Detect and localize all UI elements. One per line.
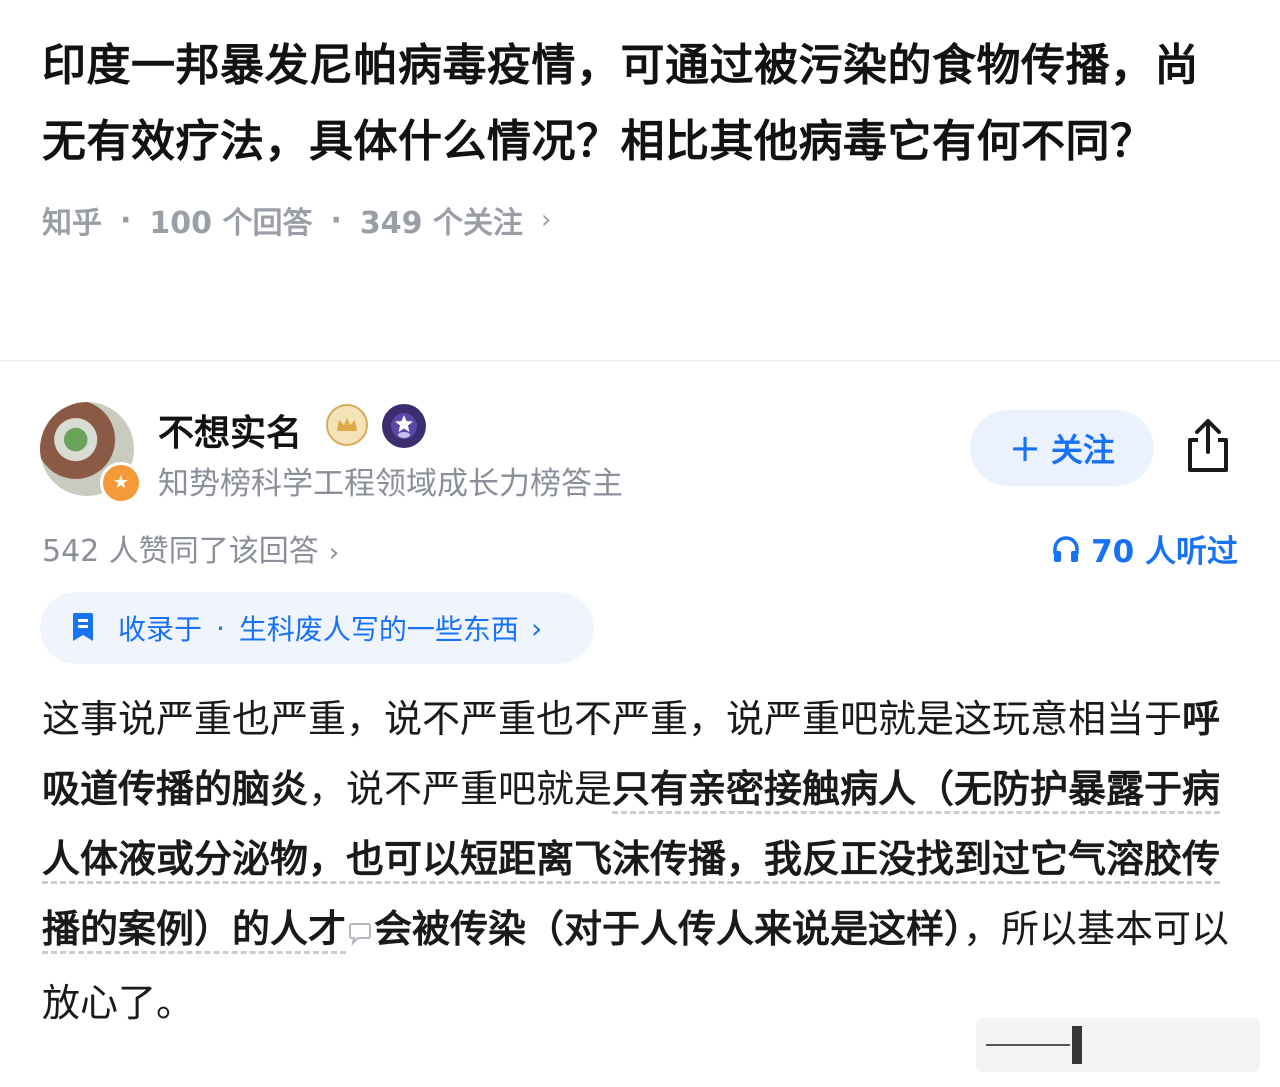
collection-prefix: 收录于 (118, 613, 203, 646)
votes-link[interactable]: 542 人赞同了该回答 › (42, 526, 339, 570)
answers-count: 100 个回答 (149, 206, 313, 241)
follow-button[interactable]: + 关注 (970, 410, 1154, 486)
meta-separator: · (330, 202, 342, 238)
author-title: 知势榜科学工程领域成长力榜答主 (158, 466, 623, 502)
chevron-right-icon: › (328, 538, 340, 568)
bookmark-icon (73, 613, 93, 641)
listen-button[interactable]: 70 人听过 (1051, 526, 1238, 571)
question-meta[interactable]: 知乎 · 100 个回答 · 349 个关注 › (42, 200, 1242, 242)
chevron-right-icon: › (540, 205, 552, 235)
answer-text: ，说不严重吧就是 (308, 767, 613, 811)
comment-icon[interactable] (348, 898, 372, 968)
answer-content: 这事说严重也严重，说不严重也不严重，说严重吧就是这玩意相当于呼吸道传播的脑炎，说… (42, 684, 1242, 1038)
follow-label: 关注 (1050, 431, 1115, 469)
avatar[interactable]: ★ (40, 402, 142, 504)
plus-icon: + (1009, 426, 1041, 470)
section-divider (0, 360, 1280, 362)
collection-chip[interactable]: 收录于 · 生科废人写的一些东西 › (40, 592, 594, 664)
listens-count: 70 人听过 (1091, 534, 1238, 570)
answer-stats: 542 人赞同了该回答 › 70 人听过 (42, 526, 1238, 570)
answer-paragraph: 这事说严重也严重，说不严重也不严重，说严重吧就是这玩意相当于呼吸道传播的脑炎，说… (42, 684, 1242, 1038)
crown-badge-icon[interactable] (326, 404, 368, 446)
meta-separator: · (120, 202, 132, 238)
author-block: ★ 不想实名 知势榜科学工程领域成长力榜答主 + 关注 (40, 402, 1240, 504)
source-label: 知乎 (42, 206, 102, 241)
question-header: 印度一邦暴发尼帕病毒疫情，可通过被污染的食物传播，尚无有效疗法，具体什么情况？相… (42, 28, 1242, 242)
watermark-line (986, 1044, 1070, 1046)
share-icon[interactable] (1182, 416, 1234, 476)
watermark (976, 1018, 1260, 1072)
headphones-icon (1053, 535, 1079, 562)
verified-star-icon: ★ (100, 462, 142, 504)
question-title[interactable]: 印度一邦暴发尼帕病毒疫情，可通过被污染的食物传播，尚无有效疗法，具体什么情况？相… (42, 28, 1242, 180)
collection-separator: · (216, 611, 225, 645)
answer-text: 这事说严重也严重，说不严重也不严重，说严重吧就是这玩意相当于 (42, 697, 1183, 741)
followers-count: 349 个关注 (359, 206, 523, 241)
votes-count: 542 人赞同了该回答 (42, 534, 319, 569)
author-name[interactable]: 不想实名 (158, 404, 302, 456)
answer-bold-text: （对于人传人来说是这样） (526, 907, 964, 951)
answer-bold-text: 会被传染 (374, 907, 527, 951)
watermark-bar (1072, 1026, 1082, 1064)
star-badge-icon[interactable] (382, 404, 426, 448)
collection-name: 生科废人写的一些东西 (238, 613, 519, 646)
chevron-right-icon: › (530, 611, 543, 645)
